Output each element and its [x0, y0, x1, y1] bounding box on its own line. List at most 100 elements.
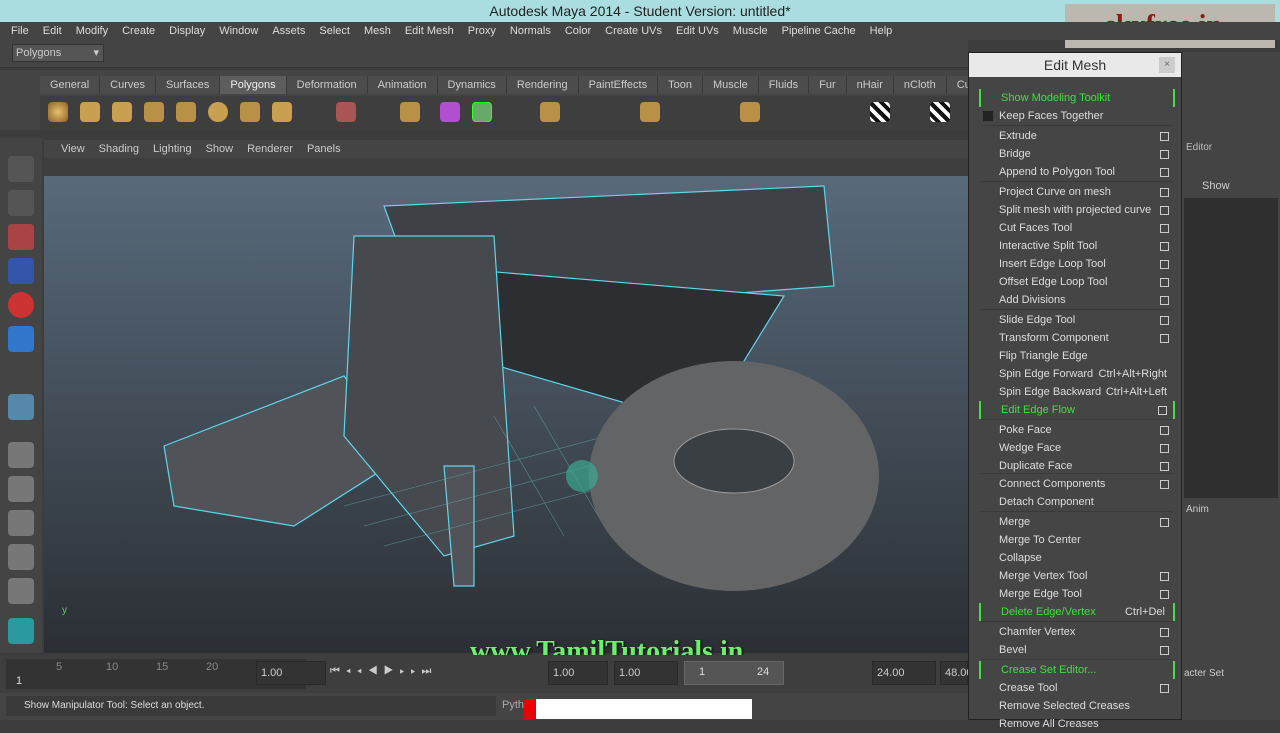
panel-menu-show[interactable]: Show	[199, 140, 241, 158]
show-menu[interactable]: Show	[1202, 180, 1230, 192]
tab-muscle[interactable]: Muscle	[702, 76, 759, 94]
menu-item-spin-edge-forward[interactable]: Spin Edge Forward Ctrl+Alt+Right	[979, 365, 1175, 383]
option-box-icon[interactable]	[1160, 462, 1169, 471]
tab-fluids[interactable]: Fluids	[758, 76, 810, 94]
panel-menu-view[interactable]: View	[54, 140, 92, 158]
option-box-icon[interactable]	[1160, 278, 1169, 287]
menu-pipeline-cache[interactable]: Pipeline Cache	[775, 22, 863, 40]
menu-assets[interactable]: Assets	[265, 22, 312, 40]
menu-item-flip-triangle-edge[interactable]: Flip Triangle Edge	[979, 347, 1175, 365]
show-manipulator-icon[interactable]	[8, 394, 34, 420]
poly-plane-icon[interactable]	[176, 102, 196, 122]
range-start-field[interactable]: 1.00	[614, 661, 678, 685]
panel-menu-panels[interactable]: Panels	[300, 140, 348, 158]
mode-dropdown[interactable]: Polygons ▾	[12, 44, 104, 62]
menu-select[interactable]: Select	[312, 22, 357, 40]
menu-edit-uvs[interactable]: Edit UVs	[669, 22, 726, 40]
menu-create[interactable]: Create	[115, 22, 162, 40]
layout-outliner-icon[interactable]	[8, 544, 34, 570]
select-tool-icon[interactable]	[8, 156, 34, 182]
menu-item-append-to-polygon-tool[interactable]: Append to Polygon Tool	[979, 163, 1175, 181]
layout-graph-icon[interactable]	[8, 578, 34, 604]
bool-icon[interactable]	[440, 102, 460, 122]
menu-item-show-modeling-toolkit[interactable]: Show Modeling Toolkit	[979, 89, 1175, 107]
bridge-shelf-icon[interactable]	[540, 102, 560, 122]
option-box-icon[interactable]	[1160, 684, 1169, 693]
menu-item-merge-to-center[interactable]: Merge To Center	[979, 531, 1175, 549]
menu-item-wedge-face[interactable]: Wedge Face	[979, 439, 1175, 457]
tab-rendering[interactable]: Rendering	[506, 76, 579, 94]
poly-cube-icon[interactable]	[80, 102, 100, 122]
option-box-icon[interactable]	[1160, 480, 1169, 489]
option-box-icon[interactable]	[1160, 426, 1169, 435]
range-slider[interactable]: 1 24	[684, 661, 784, 685]
menu-edit-mesh[interactable]: Edit Mesh	[398, 22, 461, 40]
tab-painteffects[interactable]: PaintEffects	[578, 76, 659, 94]
menu-item-insert-edge-loop-tool[interactable]: Insert Edge Loop Tool	[979, 255, 1175, 273]
menu-item-split-mesh-with-projected-curve[interactable]: Split mesh with projected curve	[979, 201, 1175, 219]
tab-dynamics[interactable]: Dynamics	[437, 76, 507, 94]
perspective-viewport[interactable]: View Shading Lighting Show Renderer Panels y	[44, 140, 968, 653]
menu-item-chamfer-vertex[interactable]: Chamfer Vertex	[979, 623, 1175, 641]
panel-menu-renderer[interactable]: Renderer	[240, 140, 300, 158]
keep-faces-checkbox[interactable]	[983, 111, 993, 121]
menu-item-detach-component[interactable]: Detach Component	[979, 493, 1175, 511]
poly-pipe-icon[interactable]	[272, 102, 292, 122]
end-time-field[interactable]: 24.00	[872, 661, 936, 685]
option-box-icon[interactable]	[1160, 206, 1169, 215]
smooth-icon[interactable]	[400, 102, 420, 122]
menu-item-offset-edge-loop-tool[interactable]: Offset Edge Loop Tool	[979, 273, 1175, 291]
tab-toon[interactable]: Toon	[658, 76, 703, 94]
combine-icon[interactable]	[336, 102, 356, 122]
menu-create-uvs[interactable]: Create UVs	[598, 22, 669, 40]
option-box-icon[interactable]	[1160, 334, 1169, 343]
menu-window[interactable]: Window	[212, 22, 265, 40]
menu-item-poke-face[interactable]: Poke Face	[979, 421, 1175, 439]
option-box-icon[interactable]	[1160, 628, 1169, 637]
option-box-icon[interactable]	[1160, 224, 1169, 233]
lasso-tool-icon[interactable]	[8, 190, 34, 216]
menu-item-cut-faces-tool[interactable]: Cut Faces Tool	[979, 219, 1175, 237]
maya-logo-icon[interactable]	[8, 618, 34, 644]
menu-item-remove-selected-creases[interactable]: Remove Selected Creases	[979, 697, 1175, 715]
poly-cylinder-icon[interactable]	[112, 102, 132, 122]
layout-single-icon[interactable]	[8, 442, 34, 468]
menu-normals[interactable]: Normals	[503, 22, 558, 40]
menu-item-duplicate-face[interactable]: Duplicate Face	[979, 457, 1175, 475]
menu-mesh[interactable]: Mesh	[357, 22, 398, 40]
playback-controls[interactable]: ⏮◂◂◀▶▸▸⏭	[330, 665, 437, 678]
menu-item-connect-components[interactable]: Connect Components	[979, 475, 1175, 493]
tab-deformation[interactable]: Deformation	[286, 76, 368, 94]
panel-menu-lighting[interactable]: Lighting	[146, 140, 199, 158]
menu-item-project-curve-on-mesh[interactable]: Project Curve on mesh	[979, 183, 1175, 201]
menu-file[interactable]: File	[4, 22, 36, 40]
menu-item-merge-vertex-tool[interactable]: Merge Vertex Tool	[979, 567, 1175, 585]
menu-item-collapse[interactable]: Collapse	[979, 549, 1175, 567]
move-tool-icon[interactable]	[8, 258, 34, 284]
menu-muscle[interactable]: Muscle	[726, 22, 775, 40]
extrude-shelf-icon[interactable]	[472, 102, 492, 122]
option-box-icon[interactable]	[1160, 242, 1169, 251]
menu-modify[interactable]: Modify	[69, 22, 115, 40]
option-box-icon[interactable]	[1160, 646, 1169, 655]
option-box-icon[interactable]	[1160, 572, 1169, 581]
menu-edit[interactable]: Edit	[36, 22, 69, 40]
menu-item-remove-all-creases[interactable]: Remove All Creases	[979, 715, 1175, 733]
menu-color[interactable]: Color	[558, 22, 598, 40]
option-box-icon[interactable]	[1160, 590, 1169, 599]
menu-display[interactable]: Display	[162, 22, 212, 40]
tab-ncloth[interactable]: nCloth	[893, 76, 947, 94]
poly-torus-icon[interactable]	[208, 102, 228, 122]
command-line-input[interactable]	[536, 699, 752, 719]
option-box-icon[interactable]	[1160, 296, 1169, 305]
option-box-icon[interactable]	[1160, 260, 1169, 269]
option-box-icon[interactable]	[1160, 188, 1169, 197]
option-box-icon[interactable]	[1160, 132, 1169, 141]
menu-item-merge[interactable]: Merge	[979, 513, 1175, 531]
option-box-icon[interactable]	[1160, 168, 1169, 177]
option-box-icon[interactable]	[1160, 150, 1169, 159]
layout-side-icon[interactable]	[8, 510, 34, 536]
checker-icon[interactable]	[870, 102, 890, 122]
poly-cone-icon[interactable]	[144, 102, 164, 122]
panel-menu-shading[interactable]: Shading	[92, 140, 146, 158]
